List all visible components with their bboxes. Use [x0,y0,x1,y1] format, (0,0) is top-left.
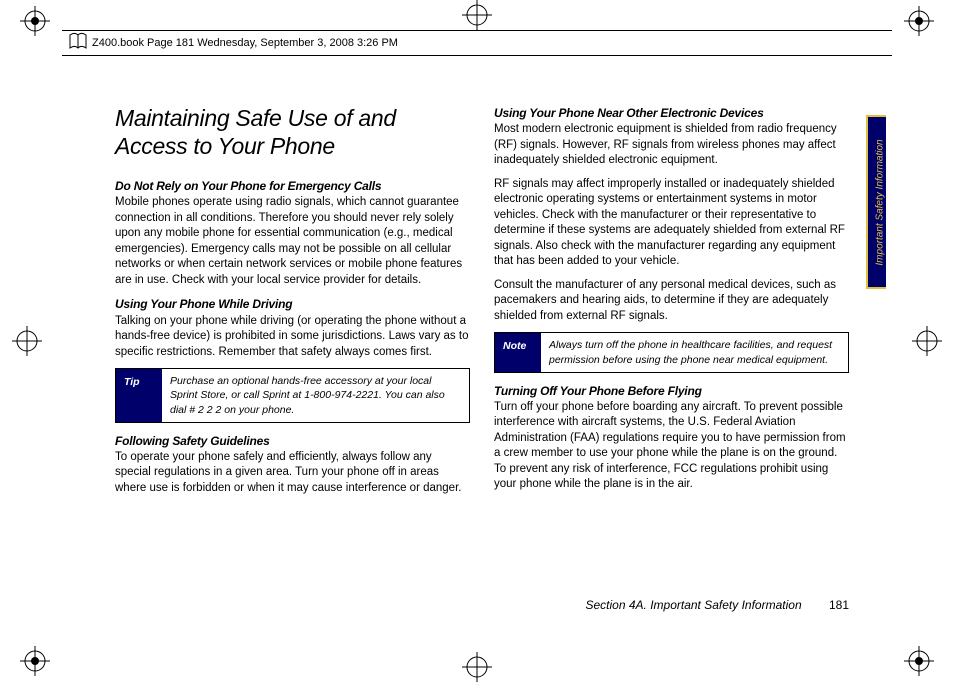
crop-mark-icon [904,646,934,676]
para-emergency: Mobile phones operate using radio signal… [115,195,470,288]
left-column: Maintaining Safe Use of and Access to Yo… [115,105,470,622]
para-electronic-2: RF signals may affect improperly install… [494,177,849,270]
heading-emergency: Do Not Rely on Your Phone for Emergency … [115,178,470,194]
para-electronic-3: Consult the manufacturer of any personal… [494,278,849,325]
registration-mark-icon [912,326,942,356]
heading-driving: Using Your Phone While Driving [115,296,470,312]
crop-mark-icon [20,6,50,36]
crop-mark-icon [904,6,934,36]
note-callout: Note Always turn off the phone in health… [494,332,849,372]
right-column: Using Your Phone Near Other Electronic D… [494,105,849,622]
note-label: Note [495,333,541,371]
page-title: Maintaining Safe Use of and Access to Yo… [115,105,470,160]
page-body: Maintaining Safe Use of and Access to Yo… [115,105,849,622]
side-tab-label: Important Safety Information [875,123,886,283]
page-number: 181 [829,598,849,612]
registration-mark-icon [12,326,42,356]
para-driving: Talking on your phone while driving (or … [115,314,470,361]
tip-label: Tip [116,369,162,422]
para-electronic-1: Most modern electronic equipment is shie… [494,122,849,169]
note-text: Always turn off the phone in healthcare … [541,333,848,371]
heading-electronic: Using Your Phone Near Other Electronic D… [494,105,849,121]
heading-flying: Turning Off Your Phone Before Flying [494,383,849,399]
tip-text: Purchase an optional hands-free accessor… [162,369,469,422]
registration-mark-icon [462,652,492,682]
crop-mark-icon [20,646,50,676]
para-guidelines: To operate your phone safely and efficie… [115,450,470,497]
tip-callout: Tip Purchase an optional hands-free acce… [115,368,470,423]
para-flying: Turn off your phone before boarding any … [494,400,849,493]
side-tab: Important Safety Information [866,115,886,289]
header-text: Z400.book Page 181 Wednesday, September … [92,37,398,49]
heading-guidelines: Following Safety Guidelines [115,433,470,449]
page-footer: Section 4A. Important Safety Information… [586,598,850,612]
framemaker-header: Z400.book Page 181 Wednesday, September … [62,30,892,56]
registration-mark-icon [462,0,492,30]
footer-section: Section 4A. Important Safety Information [586,598,802,612]
